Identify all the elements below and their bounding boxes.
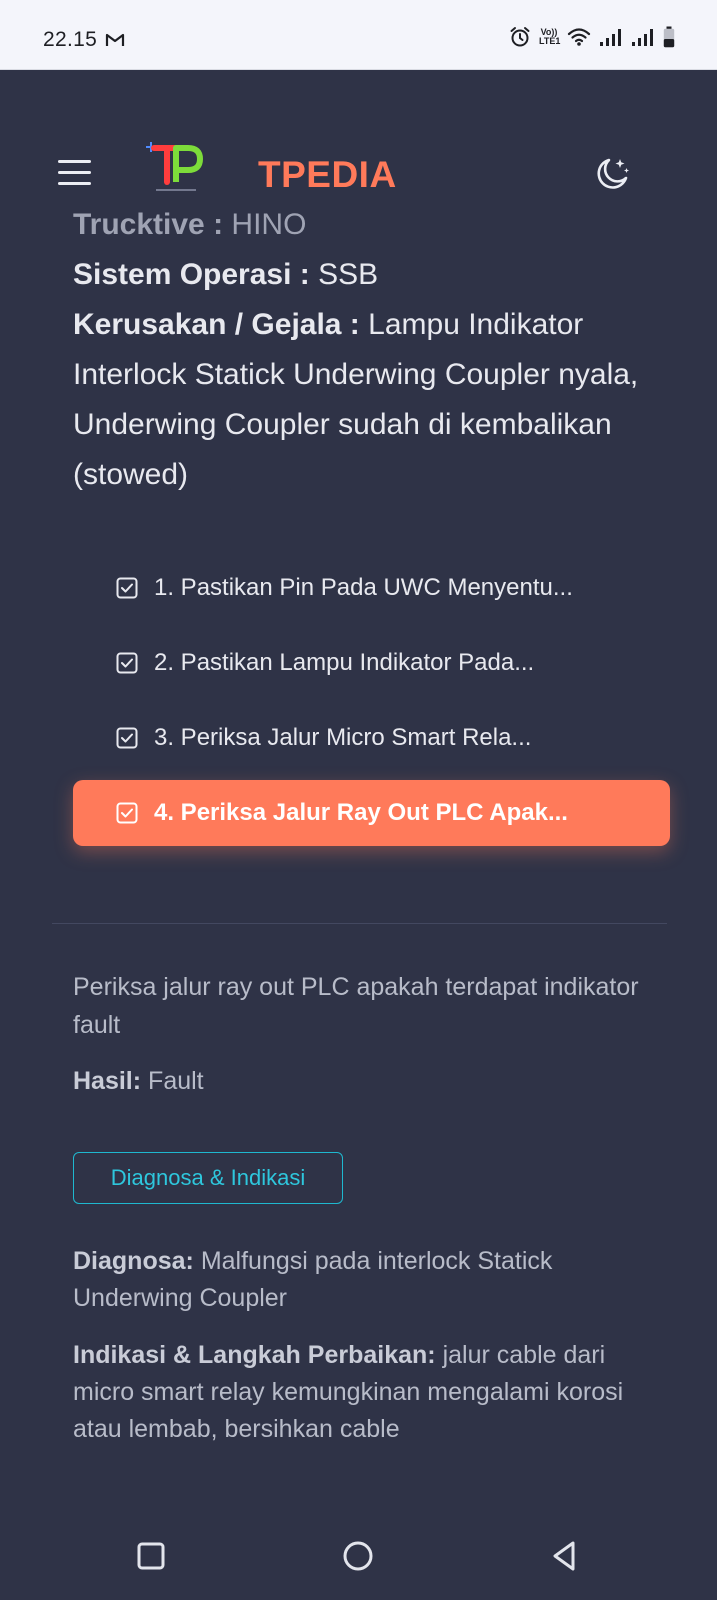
wifi-icon [567,28,591,46]
menu-button[interactable] [58,158,92,186]
alarm-icon [510,27,530,47]
info-section: Trucktive : HINO Sistem Operasi : SSB Ke… [73,200,653,500]
triangle-back-icon [553,1541,575,1571]
home-button[interactable] [341,1539,375,1573]
battery-icon [663,26,675,48]
checkbox-checked-icon [116,802,138,824]
status-right: Vo)) LTE1 [509,26,675,48]
os-value: SSB [318,258,379,291]
step-item-1[interactable]: 1. Pastikan Pin Pada UWC Menyentu... [73,555,670,621]
diagnosis-indication-button[interactable]: Diagnosa & Indikasi [73,1152,343,1204]
step-item-3[interactable]: 3. Periksa Jalur Micro Smart Rela... [73,705,670,771]
recents-button[interactable] [134,1539,168,1573]
fix-line: Indikasi & Langkah Perbaikan: jalur cabl… [73,1337,648,1448]
step-label: 3. Periksa Jalur Micro Smart Rela... [154,724,532,751]
checkbox-checked-icon [116,727,138,749]
trucktive-value: HINO [231,208,307,241]
os-label: Sistem Operasi : [73,258,310,291]
system-nav-bar [0,1515,717,1600]
brand-title: TPEDIA [258,154,397,195]
os-line: Sistem Operasi : SSB [73,250,653,300]
checkbox-checked-icon [116,577,138,599]
tpedia-logo [146,142,203,191]
hamburger-icon [58,160,91,163]
moon-stars-icon [597,158,629,189]
step-list: 1. Pastikan Pin Pada UWC Menyentu... 2. … [73,555,670,855]
step-label: 2. Pastikan Lampu Indikator Pada... [154,649,535,676]
signal-2-icon [632,29,653,46]
step-description: Periksa jalur ray out PLC apakah terdapa… [73,973,639,1039]
signal-1-icon [600,29,621,46]
trucktive-label: Trucktive : [73,208,224,241]
gmail-icon [105,33,125,46]
step-item-4[interactable]: 4. Periksa Jalur Ray Out PLC Apak... [73,780,670,846]
circle-home-icon [343,1541,373,1571]
damage-line: Kerusakan / Gejala : Lampu Indikator Int… [73,300,653,500]
status-left: 22.15 [43,28,125,52]
damage-label: Kerusakan / Gejala : [73,308,360,341]
diagnosa-label: Diagnosa: [73,1247,194,1275]
status-bar: 22.15 Vo)) LTE1 [0,0,717,70]
step-item-2[interactable]: 2. Pastikan Lampu Indikator Pada... [73,630,670,696]
fix-label: Indikasi & Langkah Perbaikan: [73,1341,436,1369]
checkbox-checked-icon [116,652,138,674]
result-line: Hasil: Fault [73,1062,648,1100]
result-value: Fault [148,1067,204,1095]
step-label: 4. Periksa Jalur Ray Out PLC Apak... [154,799,568,826]
theme-toggle-button[interactable] [592,154,632,194]
status-time: 22.15 [43,28,98,51]
divider [52,923,667,924]
step-label: 1. Pastikan Pin Pada UWC Menyentu... [154,574,573,601]
volte-icon: Vo)) LTE1 [539,27,561,46]
square-recents-icon [137,1542,165,1570]
diagnosa-line: Diagnosa: Malfungsi pada interlock Stati… [73,1243,648,1317]
app-header: TPEDIA [0,70,717,210]
diagnosis-section: Diagnosa: Malfungsi pada interlock Stati… [73,1243,648,1468]
back-button[interactable] [547,1539,581,1573]
result-label: Hasil: [73,1067,142,1095]
step-detail: Periksa jalur ray out PLC apakah terdapa… [73,968,648,1100]
